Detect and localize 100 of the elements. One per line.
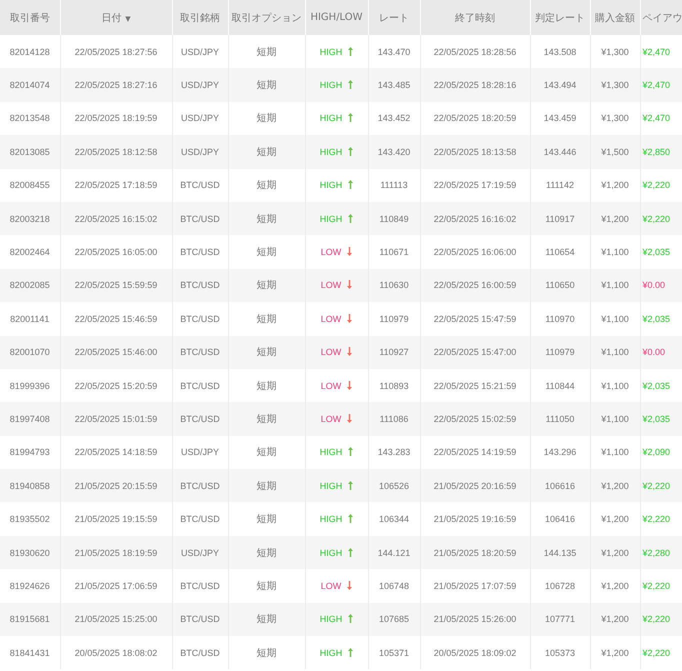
table-cell: 81915681 xyxy=(0,602,60,636)
table-cell: ¥2,220 xyxy=(640,202,682,236)
table-cell: 短期 xyxy=(228,336,305,369)
table-cell: 22/05/2025 18:28:56 xyxy=(420,35,530,68)
table-cell: ¥1,200 xyxy=(590,168,640,202)
table-cell: 81999396 xyxy=(0,368,60,402)
table-cell: BTC/USD xyxy=(172,168,228,202)
table-cell: 22/05/2025 16:00:59 xyxy=(420,268,530,302)
table-cell: 短期 xyxy=(228,368,305,402)
table-cell: 110979 xyxy=(368,302,420,336)
table-cell: 22/05/2025 14:18:59 xyxy=(60,436,172,470)
table-cell: BTC/USD xyxy=(172,402,228,436)
up-arrow-icon xyxy=(348,113,354,122)
direction-label: HIGH xyxy=(320,80,342,90)
table-cell: 22/05/2025 18:12:58 xyxy=(60,135,172,169)
table-cell: ¥2,220 xyxy=(640,569,682,603)
table-cell: BTC/USD xyxy=(172,235,228,269)
table-cell: 短期 xyxy=(228,68,305,102)
table-cell: 110844 xyxy=(530,368,590,402)
table-cell: 110650 xyxy=(530,268,590,302)
up-arrow-icon xyxy=(348,146,354,156)
table-cell: 82013548 xyxy=(0,102,60,136)
table-cell: 短期 xyxy=(228,469,305,502)
table-cell: ¥1,200 xyxy=(590,202,640,236)
table-cell: 短期 xyxy=(228,402,305,436)
down-arrow-icon xyxy=(347,347,352,356)
table-cell: 81997408 xyxy=(0,402,60,436)
down-arrow-icon xyxy=(347,314,352,323)
table-cell: 143.446 xyxy=(530,135,590,169)
table-cell: ¥2,220 xyxy=(640,469,682,502)
table-cell: 110917 xyxy=(530,202,590,236)
direction-label: LOW xyxy=(320,580,342,591)
table-cell: 22/05/2025 16:16:02 xyxy=(420,202,530,236)
table-cell: 短期 xyxy=(228,268,305,302)
table-cell: 143.420 xyxy=(368,135,420,169)
table-cell: 短期 xyxy=(228,602,305,636)
table-cell: ¥2,220 xyxy=(640,168,682,202)
down-arrow-icon xyxy=(347,414,352,423)
table-cell: 82001070 xyxy=(0,336,60,369)
table-cell: ¥1,100 xyxy=(590,336,640,369)
table-cell: 81940858 xyxy=(0,469,60,502)
direction-label: HIGH xyxy=(320,113,342,124)
table-cell: ¥2,280 xyxy=(640,536,682,570)
column-header[interactable]: 終了時刻 xyxy=(455,12,495,24)
down-arrow-icon xyxy=(347,247,352,256)
table-cell: 110970 xyxy=(530,302,590,336)
table-cell: 105371 xyxy=(368,636,420,670)
direction-label: LOW xyxy=(320,247,342,258)
table-cell: ¥1,200 xyxy=(590,636,640,670)
up-arrow-icon xyxy=(348,480,354,490)
direction-label: HIGH xyxy=(320,614,342,624)
table-cell: 22/05/2025 16:15:02 xyxy=(60,202,172,236)
table-cell: 82001141 xyxy=(0,302,60,336)
table-cell: 21/05/2025 15:25:00 xyxy=(60,602,172,636)
table-cell: ¥2,090 xyxy=(640,436,682,470)
direction-label: LOW xyxy=(320,380,342,391)
table-cell: ¥1,200 xyxy=(590,502,640,536)
down-arrow-icon xyxy=(347,580,352,590)
table-cell: ¥2,470 xyxy=(640,68,682,102)
up-arrow-icon xyxy=(348,46,354,56)
table-cell: 21/05/2025 17:06:59 xyxy=(60,569,172,603)
column-header[interactable]: 日付 xyxy=(101,12,122,24)
table-cell: 20/05/2025 18:09:02 xyxy=(420,636,530,670)
table-cell: ¥1,100 xyxy=(590,368,640,402)
table-cell: 110849 xyxy=(368,202,420,236)
table-cell: 106344 xyxy=(368,502,420,536)
table-cell: 22/05/2025 15:46:59 xyxy=(60,302,172,336)
direction-label: LOW xyxy=(320,280,342,290)
table-cell: 22/05/2025 16:05:00 xyxy=(60,235,172,269)
table-cell: 22/05/2025 17:18:59 xyxy=(60,168,172,202)
table-cell: ¥0.00 xyxy=(640,336,682,369)
table-cell: 22/05/2025 15:59:59 xyxy=(60,268,172,302)
table-cell: 110979 xyxy=(530,336,590,369)
table-cell: 110671 xyxy=(368,235,420,269)
direction-label: HIGH xyxy=(320,180,342,190)
table-cell: ¥2,220 xyxy=(640,636,682,670)
table-cell: ¥2,470 xyxy=(640,102,682,136)
table-cell: 21/05/2025 18:19:59 xyxy=(60,536,172,570)
direction-label: HIGH xyxy=(320,447,342,458)
table-cell: USD/JPY xyxy=(172,536,228,570)
table-cell: 短期 xyxy=(228,302,305,336)
table-cell: 21/05/2025 20:16:59 xyxy=(420,469,530,502)
up-arrow-icon xyxy=(348,214,354,223)
table-cell: BTC/USD xyxy=(172,336,228,369)
table-cell: 110893 xyxy=(368,368,420,402)
down-arrow-icon xyxy=(347,280,352,290)
table-cell: 22/05/2025 15:02:59 xyxy=(420,402,530,436)
up-arrow-icon xyxy=(348,648,354,657)
table-cell: USD/JPY xyxy=(172,135,228,169)
direction-label: HIGH xyxy=(320,46,342,57)
table-cell: 143.508 xyxy=(530,35,590,68)
column-header[interactable]: レート xyxy=(379,12,409,24)
down-arrow-icon xyxy=(347,380,352,390)
table-cell: 110927 xyxy=(368,336,420,369)
table-cell: 22/05/2025 17:19:59 xyxy=(420,168,530,202)
table-cell: 22/05/2025 16:06:00 xyxy=(420,235,530,269)
table-cell: 143.485 xyxy=(368,68,420,102)
direction-label: HIGH xyxy=(320,548,342,558)
table-cell: 106416 xyxy=(530,502,590,536)
table-cell: 20/05/2025 18:08:02 xyxy=(60,636,172,670)
